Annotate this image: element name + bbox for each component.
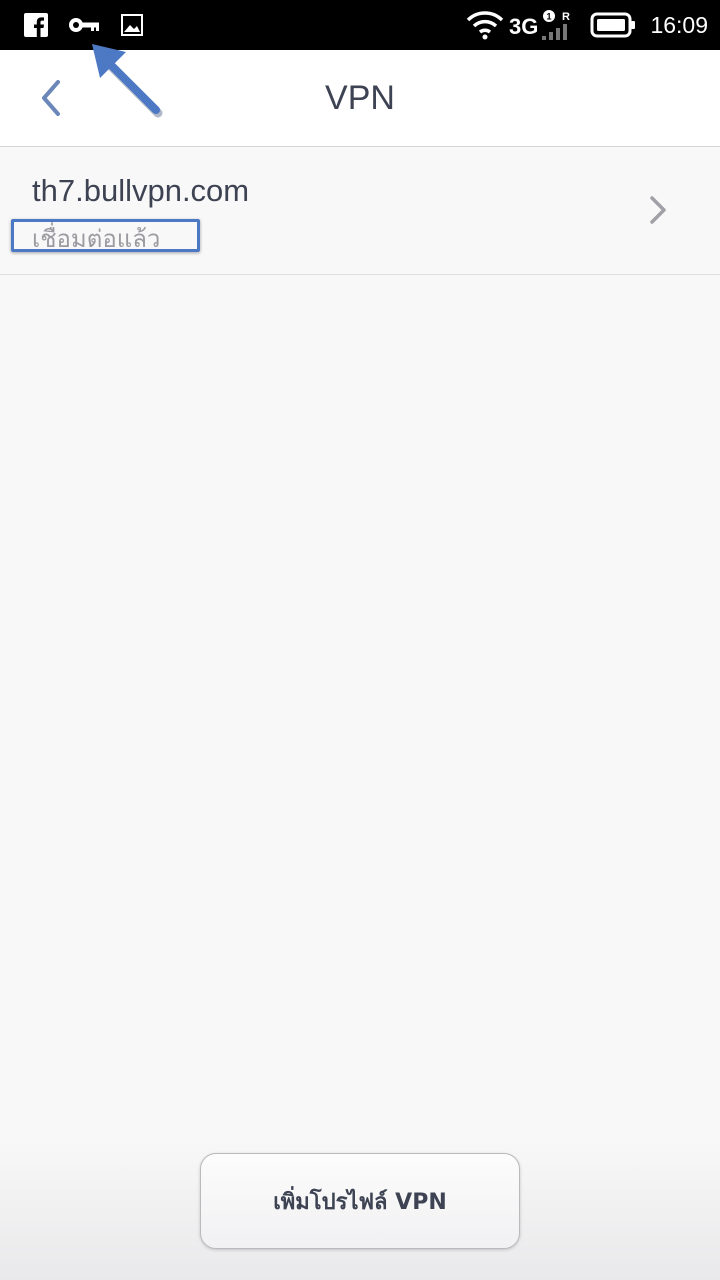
annotation-highlight-box	[11, 219, 200, 252]
status-time: 16:09	[650, 12, 708, 38]
wifi-icon	[466, 0, 504, 50]
svg-text:1: 1	[546, 12, 551, 22]
bottom-bar: เพิ่มโปรไฟล์ VPN	[0, 1138, 720, 1280]
annotation-arrow-icon	[92, 44, 163, 118]
vpn-profile-item[interactable]: th7.bullvpn.com เชื่อมต่อแล้ว	[0, 147, 720, 275]
svg-text:R: R	[562, 11, 570, 23]
vpn-profile-name: th7.bullvpn.com	[32, 173, 250, 208]
chevron-right-icon	[650, 196, 666, 224]
network-type-label: 3G	[509, 14, 539, 39]
facebook-icon	[24, 0, 48, 50]
battery-icon	[590, 0, 636, 50]
signal-icon: 1 R	[540, 0, 574, 50]
add-vpn-profile-button[interactable]: เพิ่มโปรไฟล์ VPN	[200, 1153, 520, 1249]
